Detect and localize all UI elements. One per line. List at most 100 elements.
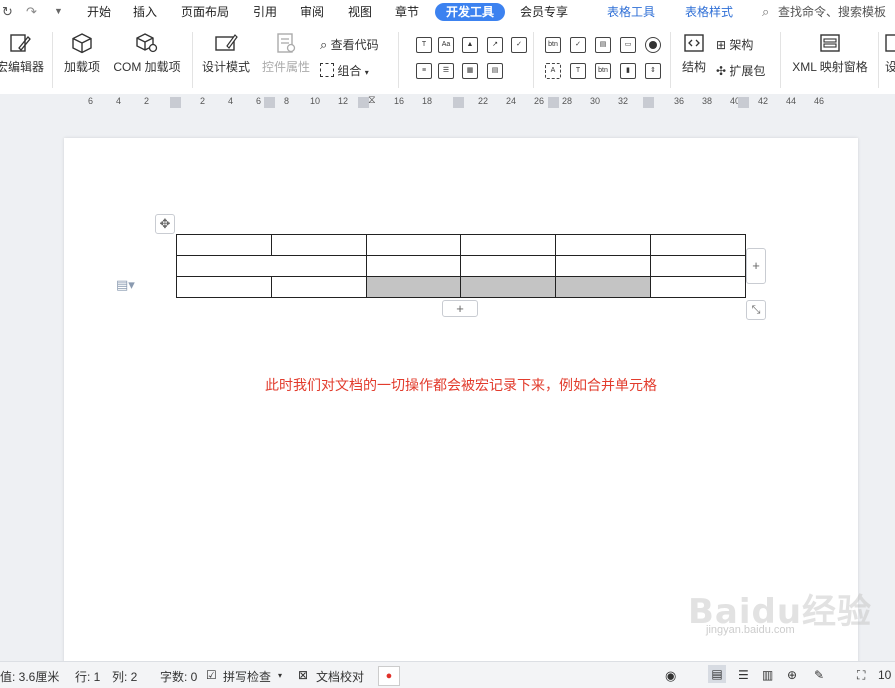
table-cell[interactable] xyxy=(650,255,746,277)
menu-tab-page-layout[interactable]: 页面布局 xyxy=(181,3,229,21)
settings-button-cut[interactable]: 设 xyxy=(884,32,895,75)
status-column[interactable]: 列: 2 xyxy=(112,668,137,685)
proofread-icon[interactable]: ⊠ xyxy=(298,668,308,682)
ruler-indent-marker[interactable]: ⧖ xyxy=(368,94,376,107)
table-cell[interactable] xyxy=(176,276,272,298)
quick-access-dropdown-icon[interactable]: ▼ xyxy=(54,6,63,16)
control-properties-button[interactable]: 控件属性 xyxy=(260,32,312,75)
table-cell[interactable] xyxy=(176,234,272,256)
ruler-column-marker[interactable] xyxy=(453,97,464,108)
addins-button[interactable]: 加载项 xyxy=(62,32,102,75)
text-box-control-icon[interactable]: T xyxy=(416,37,432,53)
horizontal-ruler[interactable]: 6 4 2 2 4 6 8 10 12 ⧖ 16 18 22 24 26 28 … xyxy=(0,94,895,112)
table-cell[interactable] xyxy=(460,234,556,256)
outline-view-icon[interactable]: ☰ xyxy=(738,668,749,682)
add-row-button[interactable]: + xyxy=(442,300,478,317)
table-cell[interactable] xyxy=(366,234,461,256)
menu-tab-table-tools[interactable]: 表格工具 xyxy=(607,3,655,21)
ruler-column-marker[interactable] xyxy=(170,97,181,108)
fit-page-icon[interactable]: ⛶ xyxy=(857,668,865,683)
eye-protection-icon[interactable]: ◉ xyxy=(665,668,676,684)
menu-tab-home[interactable]: 开始 xyxy=(87,3,111,21)
grid-control-icon[interactable]: ▦ xyxy=(462,63,478,79)
group-icon xyxy=(320,63,334,77)
com-addins-button[interactable]: COM 加载项 xyxy=(110,32,184,75)
menu-tab-developer[interactable]: 开发工具 xyxy=(435,3,506,21)
menu-tab-references[interactable]: 引用 xyxy=(253,3,277,21)
spell-check-button[interactable]: 拼写检查 xyxy=(223,668,271,685)
design-mode-button[interactable]: 设计模式 xyxy=(200,32,252,75)
page-view-icon[interactable]: ▤ xyxy=(708,665,726,683)
checkbox-activex-icon[interactable]: ✓ xyxy=(570,37,586,53)
table-cell[interactable] xyxy=(366,255,461,277)
combobox-control-icon[interactable]: ▤ xyxy=(595,37,611,53)
frame-activex-icon[interactable]: ▭ xyxy=(620,37,636,53)
redo-icon[interactable]: ↻ xyxy=(2,4,13,20)
add-column-button[interactable]: + xyxy=(746,248,766,284)
ruler-column-marker[interactable] xyxy=(264,97,275,108)
table-cell-selected[interactable] xyxy=(555,276,651,298)
menu-tab-chapter[interactable]: 章节 xyxy=(395,3,419,21)
ribbon-separator xyxy=(52,32,53,88)
proofread-button[interactable]: 文档校对 xyxy=(316,668,364,685)
ruler-column-marker[interactable] xyxy=(643,97,654,108)
table-move-handle-icon[interactable]: ✥ xyxy=(155,214,175,234)
status-word-count[interactable]: 字数: 0 xyxy=(160,668,197,685)
toggle-control-icon[interactable]: ▮ xyxy=(620,63,636,79)
menu-tab-member[interactable]: 会员专享 xyxy=(520,3,568,21)
scrollbar-control-icon[interactable]: ⇕ xyxy=(645,63,661,79)
web-view-icon[interactable]: ⊕ xyxy=(787,668,797,682)
menu-tab-table-style[interactable]: 表格样式 xyxy=(685,3,733,21)
search-box[interactable]: 查找命令、搜索模板 xyxy=(778,3,886,21)
write-mode-icon[interactable]: ✎ xyxy=(814,668,824,682)
ruler-column-marker[interactable] xyxy=(738,97,749,108)
schema-icon: ⊞ xyxy=(716,38,727,52)
group-button[interactable]: 组合 ▾ xyxy=(320,62,369,79)
structure-button[interactable]: 结构 xyxy=(678,32,710,75)
table-cell[interactable] xyxy=(271,276,367,298)
label-control-icon[interactable]: Aa xyxy=(438,37,454,53)
table-cell[interactable] xyxy=(555,255,651,277)
ruler-column-marker[interactable] xyxy=(548,97,559,108)
form-control-icon[interactable]: ▤ xyxy=(487,63,503,79)
table-cell[interactable] xyxy=(555,234,651,256)
button-control-icon[interactable]: btn xyxy=(545,37,561,53)
ruler-tick: 6 xyxy=(256,96,262,106)
radio-control-icon[interactable] xyxy=(645,37,661,53)
spell-check-icon[interactable]: ☑ xyxy=(206,668,217,682)
zoom-level[interactable]: 10 xyxy=(878,668,891,682)
schema-button[interactable]: ⊞ 架构 xyxy=(716,36,753,53)
status-row[interactable]: 行: 1 xyxy=(75,668,100,685)
menu-tab-insert[interactable]: 插入 xyxy=(133,3,157,21)
menu-tab-review[interactable]: 审阅 xyxy=(300,3,324,21)
table-cell[interactable] xyxy=(460,255,556,277)
image-control-icon[interactable]: ▲ xyxy=(462,37,478,53)
menu-tab-view[interactable]: 视图 xyxy=(348,3,372,21)
expansion-pack-button[interactable]: ✣ 扩展包 xyxy=(716,62,765,79)
ruler-tick: 38 xyxy=(702,96,713,106)
table-cell-selected[interactable] xyxy=(460,276,556,298)
table-resize-handle-icon[interactable]: ⤡ xyxy=(746,300,766,320)
paste-options-icon[interactable]: ▤▾ xyxy=(116,277,135,293)
textbox-activex-icon[interactable]: T xyxy=(570,63,586,79)
view-code-button[interactable]: ⌕ 查看代码 xyxy=(320,36,379,53)
checkbox-control-icon[interactable]: ✓ xyxy=(511,37,527,53)
xml-pane-button[interactable]: XML 映射窗格 xyxy=(788,32,872,75)
spin-button-icon[interactable]: btn xyxy=(595,63,611,79)
chevron-down-icon[interactable]: ▾ xyxy=(278,671,282,680)
link-control-icon[interactable]: ↗ xyxy=(487,37,503,53)
frame-control-icon[interactable]: ≡ xyxy=(416,63,432,79)
table-cell[interactable] xyxy=(650,276,746,298)
list-control-icon[interactable]: ☰ xyxy=(438,63,454,79)
table-cell[interactable] xyxy=(650,234,746,256)
undo-icon[interactable]: ↷ xyxy=(26,4,37,20)
reading-view-icon[interactable]: ▥ xyxy=(762,668,773,682)
table-cell-selected[interactable] xyxy=(366,276,461,298)
document-table[interactable] xyxy=(176,234,746,298)
status-position-value[interactable]: 值: 3.6厘米 xyxy=(0,668,59,685)
macro-editor-button[interactable]: 宏编辑器 xyxy=(0,32,46,75)
macro-record-stop-icon[interactable]: ● xyxy=(378,666,400,686)
table-cell[interactable] xyxy=(271,234,367,256)
table-cell-merged[interactable] xyxy=(176,255,367,277)
label-activex-icon[interactable]: A xyxy=(545,63,561,79)
